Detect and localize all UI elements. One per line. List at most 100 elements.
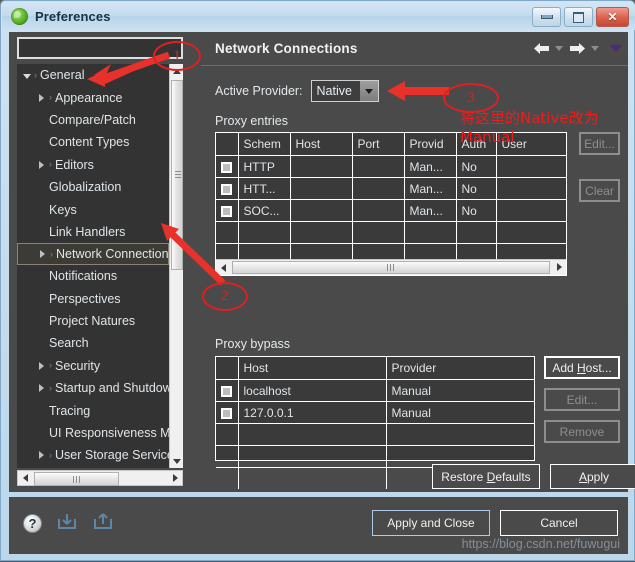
row-checkbox[interactable] <box>216 155 239 178</box>
import-icon[interactable] <box>56 511 78 536</box>
view-menu-icon[interactable] <box>610 44 622 52</box>
row-checkbox[interactable] <box>216 467 239 489</box>
cell-host <box>290 221 353 244</box>
row-checkbox[interactable] <box>216 199 239 222</box>
active-provider-select[interactable]: Native <box>310 80 379 102</box>
proxy-entries-clear-button[interactable]: Clear <box>579 179 620 202</box>
chevron-down-icon[interactable] <box>359 81 378 101</box>
sidebar-item-globalization[interactable]: Globalization <box>17 176 169 198</box>
column-header[interactable]: Port <box>352 133 405 156</box>
scroll-right-button[interactable] <box>552 260 566 274</box>
cell-provider: Man... <box>404 155 457 178</box>
sidebar-item-notifications[interactable]: Notifications <box>17 265 169 287</box>
restore-defaults-button[interactable]: Restore Defaults <box>432 464 540 489</box>
sidebar-item-appearance[interactable]: › Appearance <box>17 86 169 108</box>
sidebar-item-compare-patch[interactable]: Compare/Patch <box>17 109 169 131</box>
table-row[interactable] <box>216 423 534 446</box>
row-checkbox[interactable] <box>216 423 239 446</box>
scroll-down-button[interactable] <box>170 454 183 468</box>
proxy-bypass-edit-button[interactable]: Edit... <box>544 388 620 411</box>
column-header[interactable]: Host <box>290 133 353 156</box>
proxy-bypass-remove-button[interactable]: Remove <box>544 420 620 443</box>
sidebar-item-search[interactable]: Search <box>17 332 169 354</box>
apply-and-close-button[interactable]: Apply and Close <box>372 510 490 536</box>
chevron-right-icon[interactable] <box>34 451 49 460</box>
chevron-right-icon[interactable] <box>35 250 50 259</box>
table-row[interactable]: HTT... Man... No <box>216 177 566 200</box>
tree-horizontal-scrollbar[interactable] <box>17 470 183 486</box>
tree-scroll-thumb[interactable] <box>171 80 183 270</box>
back-arrow-icon[interactable] <box>532 40 550 56</box>
title-bar: Preferences ✕ <box>2 2 635 30</box>
sidebar-item-user-storage-service[interactable]: › User Storage Service <box>17 444 174 466</box>
scroll-left-button[interactable] <box>18 471 32 485</box>
sidebar-item-editors[interactable]: › Editors <box>17 154 169 176</box>
table-row[interactable]: 127.0.0.1 Manual <box>216 401 534 424</box>
sidebar-item-general[interactable]: › General <box>17 64 169 86</box>
scroll-right-button[interactable] <box>168 471 182 485</box>
cell-host <box>290 155 353 178</box>
table-row[interactable] <box>216 221 566 244</box>
proxy-bypass-add-host-button[interactable]: Add Host... <box>544 356 620 379</box>
sidebar-item-perspectives[interactable]: Perspectives <box>17 288 169 310</box>
preferences-window: Preferences ✕ › General › Appearance Compare… <box>0 0 635 561</box>
back-history-chevron-icon[interactable] <box>555 45 563 51</box>
close-button[interactable]: ✕ <box>596 7 629 27</box>
cancel-button[interactable]: Cancel <box>500 510 618 536</box>
column-header[interactable]: Provider <box>386 357 534 380</box>
chevron-right-icon[interactable] <box>34 160 49 169</box>
column-header[interactable]: Schem <box>238 133 291 156</box>
column-header[interactable]: Host <box>238 357 387 380</box>
chevron-right-icon[interactable] <box>34 384 49 393</box>
pane-splitter[interactable] <box>193 32 201 492</box>
active-provider-row: Active Provider: Native <box>215 80 379 102</box>
forward-arrow-icon[interactable] <box>568 40 586 56</box>
proxy-bypass-table[interactable]: Host Provider localhost Manual 127.0.0.1 Man… <box>215 356 535 489</box>
forward-history-chevron-icon[interactable] <box>591 45 599 51</box>
export-icon[interactable] <box>92 511 114 536</box>
sidebar-item-tracing[interactable]: Tracing <box>17 399 169 421</box>
sidebar-item-label: Network Connections <box>56 247 175 262</box>
sidebar-item-security[interactable]: › Security <box>17 355 169 377</box>
apply-button[interactable]: Apply <box>550 464 635 489</box>
preferences-tree[interactable]: › General › Appearance Compare/Patch Content … <box>17 64 183 468</box>
sidebar-item-web-browser[interactable]: Web Browser <box>17 467 169 468</box>
row-checkbox[interactable] <box>216 221 239 244</box>
proxy-entries-hscroll[interactable] <box>216 259 566 275</box>
row-checkbox[interactable] <box>216 445 239 468</box>
cell-schema: HTTP <box>238 155 291 178</box>
cell-host <box>238 445 387 468</box>
column-header[interactable]: Provid <box>404 133 457 156</box>
table-header-row: Host Provider <box>216 357 534 380</box>
chevron-down-icon[interactable] <box>19 73 34 79</box>
tree-hscroll-thumb[interactable] <box>34 472 119 486</box>
sidebar-item-startup-and-shutdown[interactable]: › Startup and Shutdown <box>17 377 179 399</box>
column-header[interactable] <box>216 133 239 156</box>
cell-provider: Man... <box>404 177 457 200</box>
cell-user <box>496 155 566 178</box>
table-row[interactable]: localhost Manual <box>216 379 534 402</box>
maximize-button[interactable] <box>564 7 593 27</box>
table-row[interactable]: SOC... Man... No <box>216 199 566 222</box>
row-checkbox[interactable] <box>216 177 239 200</box>
tree-vertical-scrollbar[interactable] <box>169 64 183 468</box>
sidebar-item-label: Startup and Shutdown <box>55 381 179 396</box>
sidebar-item-keys[interactable]: Keys <box>17 198 169 220</box>
proxy-entries-hscroll-thumb[interactable] <box>232 261 550 274</box>
chevron-right-icon[interactable] <box>34 93 49 102</box>
help-icon[interactable]: ? <box>23 514 42 533</box>
table-row[interactable]: HTTP Man... No <box>216 155 566 178</box>
row-checkbox[interactable] <box>216 379 239 402</box>
minimize-button[interactable] <box>532 7 561 27</box>
chevron-right-icon[interactable] <box>34 361 49 370</box>
column-header[interactable] <box>216 357 239 380</box>
sidebar-item-network-connections[interactable]: › Network Connections <box>17 243 175 266</box>
sidebar-item-link-handlers[interactable]: Link Handlers <box>17 221 169 243</box>
proxy-entries-table[interactable]: Schem Host Port Provid Auth User HTTP Man... No… <box>215 132 567 276</box>
sidebar-item-project-natures[interactable]: Project Natures <box>17 310 169 332</box>
preferences-sidebar: › General › Appearance Compare/Patch Content … <box>9 32 191 492</box>
scroll-left-button[interactable] <box>216 260 230 275</box>
row-checkbox[interactable] <box>216 401 239 424</box>
sidebar-item-ui-responsiveness-monitoring[interactable]: UI Responsiveness Monitoring <box>17 422 183 444</box>
sidebar-item-content-types[interactable]: Content Types <box>17 131 169 153</box>
